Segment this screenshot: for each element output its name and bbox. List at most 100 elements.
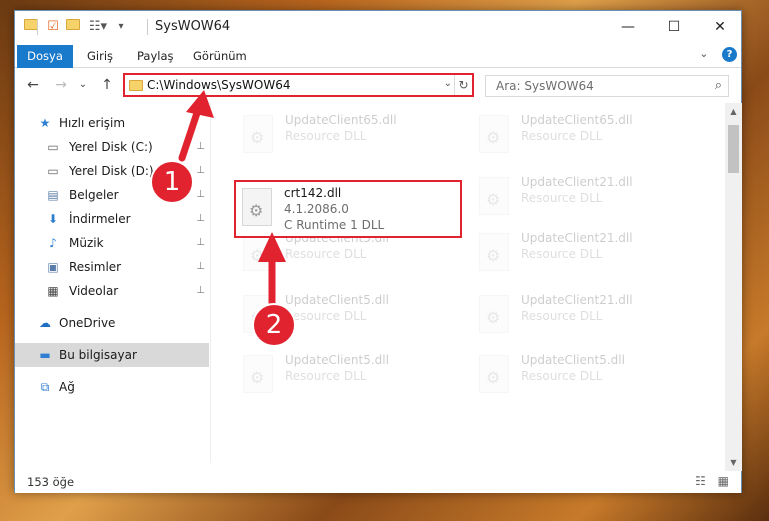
status-bar: 153 öğe ☷ ▦	[15, 471, 741, 493]
sidebar-item-network[interactable]: ⧉ Ağ	[15, 375, 209, 399]
pictures-icon: ▣	[47, 260, 59, 274]
dll-file-icon	[242, 188, 272, 226]
file-item[interactable]: UpdateClient5.dll Resource DLL	[237, 349, 467, 401]
star-icon: ★	[39, 116, 51, 130]
dll-file-icon	[243, 233, 273, 271]
pin-icon: ⊥	[196, 189, 205, 200]
close-button[interactable]: ✕	[697, 11, 743, 43]
file-description: Resource DLL	[521, 369, 603, 383]
drive-icon: ▭	[47, 140, 59, 154]
sidebar-item-label: Videolar	[69, 284, 119, 298]
sidebar-item-label: OneDrive	[59, 316, 116, 330]
videos-icon: ▦	[47, 284, 59, 298]
tab-view[interactable]: Görünüm	[185, 45, 255, 68]
music-icon: ♪	[49, 236, 57, 250]
sidebar-item-label: Ağ	[59, 380, 75, 394]
dll-file-icon	[479, 115, 509, 153]
sidebar-item-pictures[interactable]: ▣ Resimler ⊥	[15, 255, 209, 279]
sidebar-item-this-pc[interactable]: ▬ Bu bilgisayar	[15, 343, 209, 367]
dll-file-icon	[479, 355, 509, 393]
pin-icon: ⊥	[196, 261, 205, 272]
sidebar-item-downloads[interactable]: ⬇ İndirmeler ⊥	[15, 207, 209, 231]
file-item[interactable]: UpdateClient21.dll Resource DLL	[473, 289, 703, 341]
dll-file-icon	[479, 177, 509, 215]
file-description: C Runtime 1 DLL	[284, 218, 385, 232]
file-description: Resource DLL	[521, 191, 603, 205]
sidebar-item-videos[interactable]: ▦ Videolar ⊥	[15, 279, 209, 303]
scroll-down-icon[interactable]: ▼	[725, 454, 742, 471]
address-path[interactable]: C:\Windows\SysWOW64	[147, 78, 291, 92]
sidebar-item-music[interactable]: ♪ Müzik ⊥	[15, 231, 209, 255]
expand-ribbon-icon[interactable]: ⌄	[699, 47, 708, 60]
pin-icon: ⊥	[196, 165, 205, 176]
dll-file-icon	[243, 355, 273, 393]
up-button[interactable]: ↑	[97, 75, 117, 95]
minimize-button[interactable]: —	[605, 11, 651, 43]
window-title: SysWOW64	[155, 19, 231, 34]
refresh-button[interactable]: ↻	[454, 75, 472, 95]
view-toggle-icons[interactable]: ☷ ▦	[695, 474, 733, 488]
file-name: UpdateClient65.dll	[521, 113, 633, 127]
search-input[interactable]: Ara: SysWOW64 ⌕	[485, 75, 729, 97]
file-name: crt142.dll	[284, 186, 342, 200]
cloud-icon: ☁	[39, 316, 51, 330]
file-name: UpdateClient65.dll	[285, 113, 397, 127]
title-bar: ☑ ☷▾ ▾ SysWOW64 — ☐ ✕	[15, 11, 741, 43]
chevron-down-icon[interactable]: ▾	[113, 19, 129, 35]
search-placeholder: Ara: SysWOW64	[496, 79, 594, 93]
sidebar-item-label: Hızlı erişim	[59, 116, 126, 130]
pin-icon: ⊥	[196, 141, 205, 152]
file-name: UpdateClient5.dll	[285, 353, 389, 367]
sidebar-item-label: Yerel Disk (D:)	[69, 164, 154, 178]
quick-access-customize-icon[interactable]: ☷▾	[87, 19, 109, 35]
drive-icon: ▭	[47, 164, 59, 178]
scroll-up-icon[interactable]: ▲	[725, 103, 742, 120]
back-button[interactable]: ←	[23, 75, 43, 95]
file-item[interactable]: UpdateClient65.dll Resource DLL	[473, 109, 703, 161]
file-item[interactable]: UpdateClient21.dll Resource DLL	[473, 171, 703, 223]
file-item-crt142[interactable]: crt142.dll 4.1.2086.0 C Runtime 1 DLL	[234, 180, 462, 238]
pin-icon: ⊥	[196, 213, 205, 224]
chevron-down-icon[interactable]: ⌄	[444, 78, 452, 89]
file-description: Resource DLL	[285, 309, 367, 323]
recent-locations-button[interactable]: ⌄	[73, 75, 93, 95]
separator	[147, 19, 148, 35]
scrollbar-thumb[interactable]	[728, 125, 739, 173]
file-description: Resource DLL	[521, 309, 603, 323]
sidebar-item-label: Belgeler	[69, 188, 119, 202]
file-item[interactable]: UpdateClient21.dll Resource DLL	[473, 227, 703, 279]
file-item[interactable]: UpdateClient65.dll Resource DLL	[237, 109, 467, 161]
address-bar[interactable]: C:\Windows\SysWOW64 ⌄ ↻	[123, 73, 474, 97]
tab-file[interactable]: Dosya	[17, 45, 73, 68]
sidebar-item-label: Bu bilgisayar	[59, 348, 137, 362]
search-icon[interactable]: ⌕	[715, 78, 722, 93]
vertical-scrollbar[interactable]: ▲ ▼	[725, 103, 742, 471]
file-name: UpdateClient21.dll	[521, 293, 633, 307]
ribbon-tabs: Dosya Giriş Paylaş Görünüm ⌄ ?	[15, 43, 741, 68]
help-icon[interactable]: ?	[722, 47, 737, 62]
tab-share[interactable]: Paylaş	[129, 45, 182, 68]
computer-icon: ▬	[39, 348, 51, 362]
downloads-icon: ⬇	[47, 212, 59, 226]
step-1-badge: 1	[150, 160, 194, 204]
pin-icon: ⊥	[196, 237, 205, 248]
folder-icon	[129, 80, 143, 91]
maximize-button[interactable]: ☐	[651, 11, 697, 43]
step-2-badge: 2	[252, 303, 296, 347]
address-row: ← → ⌄ ↑ C:\Windows\SysWOW64 ⌄ ↻ Ara: Sys…	[15, 69, 741, 101]
file-description: Resource DLL	[285, 247, 367, 261]
new-folder-icon[interactable]	[65, 19, 81, 35]
tab-home[interactable]: Giriş	[79, 45, 121, 68]
dll-file-icon	[479, 233, 509, 271]
network-icon: ⧉	[40, 380, 50, 394]
sidebar-item-onedrive[interactable]: ☁ OneDrive	[15, 311, 209, 335]
forward-button[interactable]: →	[51, 75, 71, 95]
navigation-pane: ★ Hızlı erişim ▭ Yerel Disk (C:) ⊥ ▭ Yer…	[15, 103, 211, 463]
file-name: UpdateClient5.dll	[285, 293, 389, 307]
sidebar-item-disk-c[interactable]: ▭ Yerel Disk (C:) ⊥	[15, 135, 209, 159]
sidebar-item-quick-access[interactable]: ★ Hızlı erişim	[15, 111, 209, 135]
documents-icon: ▤	[47, 188, 59, 202]
explorer-window: ☑ ☷▾ ▾ SysWOW64 — ☐ ✕ Dosya Giriş Paylaş…	[14, 10, 742, 493]
file-item[interactable]: UpdateClient5.dll Resource DLL	[473, 349, 703, 401]
properties-icon[interactable]: ☑	[45, 19, 61, 35]
